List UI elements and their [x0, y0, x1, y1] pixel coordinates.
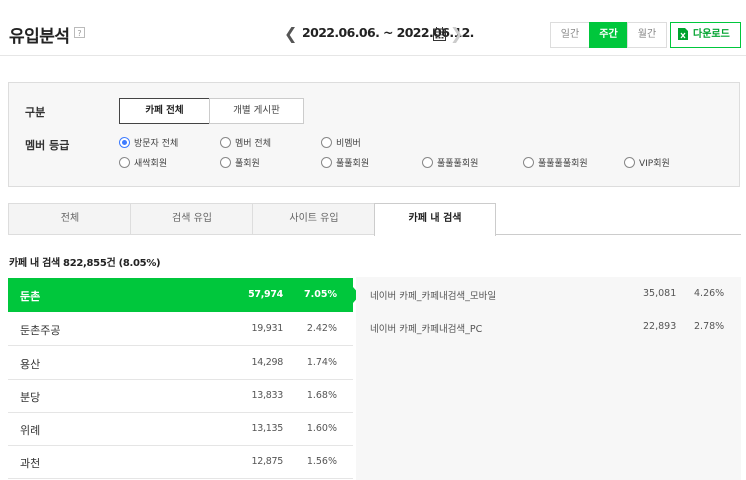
- keyword-name: 둔촌: [20, 290, 41, 303]
- radio-selected-icon: [119, 137, 130, 148]
- excel-file-icon: [678, 28, 688, 40]
- keyword-percent: 1.74%: [306, 357, 337, 368]
- keyword-row[interactable]: 과천 12,875 1.56%: [8, 445, 353, 479]
- period-weekly-button[interactable]: 주간: [589, 22, 628, 48]
- tab-site-inflow[interactable]: 사이트 유입: [252, 203, 375, 235]
- radio-all-members[interactable]: 멤버 전체: [220, 137, 271, 151]
- detail-percent: 2.78%: [694, 321, 725, 332]
- keyword-row-selected[interactable]: 둔촌 57,974 7.05%: [8, 278, 353, 312]
- radio-all-visitors[interactable]: 방문자 전체: [119, 137, 179, 151]
- radio-label: VIP회원: [639, 159, 670, 169]
- keyword-count: 13,135: [251, 423, 284, 434]
- radio-non-member[interactable]: 비멤버: [321, 137, 361, 151]
- radio-label: 풀풀풀풀회원: [538, 159, 588, 169]
- keyword-percent: 1.68%: [306, 390, 337, 401]
- radio-label: 풀회원: [235, 159, 260, 169]
- radio-icon: [523, 157, 534, 168]
- help-icon[interactable]: ?: [74, 27, 85, 38]
- filter-panel: [8, 82, 740, 187]
- keyword-count: 57,974: [248, 289, 283, 300]
- keyword-count: 14,298: [251, 357, 284, 368]
- keyword-name: 분당: [20, 391, 41, 404]
- radio-icon: [220, 137, 231, 148]
- category-label: 구분: [25, 106, 46, 119]
- keyword-count: 12,875: [251, 456, 284, 467]
- detail-count: 35,081: [643, 288, 677, 299]
- keyword-percent: 1.60%: [306, 423, 337, 434]
- date-range: 2022.06.06. ~ 2022.06.12.: [302, 25, 474, 40]
- radio-icon: [321, 137, 332, 148]
- keyword-name: 과천: [20, 457, 41, 470]
- radio-grade-3[interactable]: 풀풀풀회원: [422, 157, 479, 171]
- category-all-cafe-button[interactable]: 카페 전체: [119, 98, 210, 124]
- radio-label: 비멤버: [336, 139, 361, 149]
- keyword-count: 19,931: [251, 323, 284, 334]
- member-grade-label: 멤버 등급: [25, 139, 70, 152]
- tab-search-inflow[interactable]: 검색 유입: [130, 203, 253, 235]
- keyword-row[interactable]: 용산 14,298 1.74%: [8, 346, 353, 380]
- calendar-icon[interactable]: [433, 27, 446, 41]
- radio-icon: [624, 157, 635, 168]
- keyword-name: 용산: [20, 358, 41, 371]
- radio-icon: [119, 157, 130, 168]
- radio-label: 새싹회원: [134, 159, 168, 169]
- keyword-count: 13,833: [251, 390, 284, 401]
- tab-divider: [496, 234, 741, 235]
- radio-icon: [220, 157, 231, 168]
- radio-label: 풀풀풀회원: [437, 159, 479, 169]
- detail-percent: 4.26%: [694, 288, 725, 299]
- keyword-row[interactable]: 둔촌주공 19,931 2.42%: [8, 312, 353, 346]
- period-monthly-button[interactable]: 월간: [627, 22, 667, 48]
- keyword-percent: 7.05%: [304, 289, 337, 300]
- radio-label: 방문자 전체: [134, 139, 179, 149]
- radio-grade-2[interactable]: 풀풀회원: [321, 157, 370, 171]
- radio-icon: [422, 157, 433, 168]
- radio-icon: [321, 157, 332, 168]
- radio-vip[interactable]: VIP회원: [624, 157, 670, 171]
- header-divider: [0, 55, 746, 56]
- keyword-row[interactable]: 위례 13,135 1.60%: [8, 412, 353, 446]
- category-board-button[interactable]: 개별 게시판: [209, 98, 304, 124]
- detail-source: 네이버 카페_카페내검색_모바일: [370, 291, 497, 302]
- detail-source: 네이버 카페_카페내검색_PC: [370, 324, 483, 335]
- radio-grade-1[interactable]: 풀회원: [220, 157, 260, 171]
- keyword-name: 위례: [20, 424, 41, 437]
- page-title: 유입분석: [9, 27, 70, 47]
- radio-grade-4[interactable]: 풀풀풀풀회원: [523, 157, 588, 171]
- radio-label: 풀풀회원: [336, 159, 370, 169]
- tab-cafe-search[interactable]: 카페 내 검색: [374, 203, 496, 236]
- radio-sprout-member[interactable]: 새싹회원: [119, 157, 168, 171]
- keyword-percent: 2.42%: [306, 323, 337, 334]
- keyword-percent: 1.56%: [306, 456, 337, 467]
- next-week-button[interactable]: ❯: [450, 24, 463, 44]
- period-daily-button[interactable]: 일간: [550, 22, 590, 48]
- tab-all[interactable]: 전체: [8, 203, 131, 235]
- radio-label: 멤버 전체: [235, 139, 271, 149]
- prev-week-button[interactable]: ❮: [284, 24, 297, 44]
- summary-text: 카페 내 검색 822,855건 (8.05%): [9, 258, 161, 269]
- keyword-name: 둔촌주공: [20, 324, 61, 337]
- detail-count: 22,893: [643, 321, 677, 332]
- detail-panel: [356, 277, 741, 480]
- keyword-row[interactable]: 분당 13,833 1.68%: [8, 379, 353, 413]
